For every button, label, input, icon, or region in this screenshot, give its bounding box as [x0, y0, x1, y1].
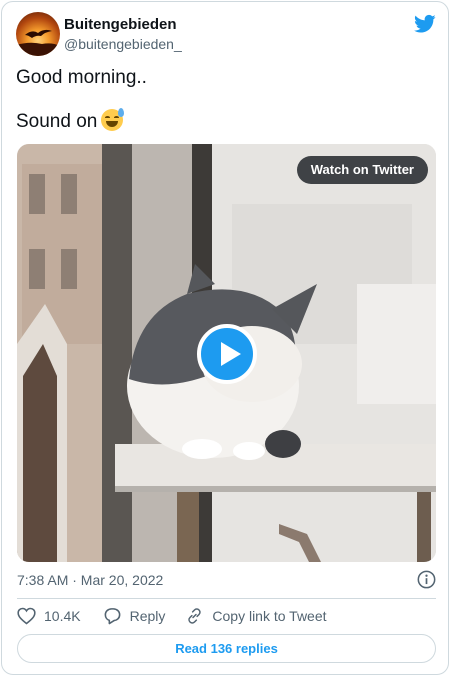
divider: [17, 598, 436, 599]
play-icon[interactable]: [197, 324, 257, 384]
copy-link-button[interactable]: Copy link to Tweet: [185, 607, 327, 625]
reply-button[interactable]: Reply: [103, 607, 166, 625]
timestamp[interactable]: 7:38 AM · Mar 20, 2022: [17, 572, 163, 588]
display-name[interactable]: Buitengebieden: [64, 16, 182, 34]
tweet-line-sound: Sound on: [16, 108, 436, 134]
read-replies-button[interactable]: Read 136 replies: [17, 634, 436, 663]
info-icon[interactable]: [417, 570, 436, 589]
tweet-meta: 7:38 AM · Mar 20, 2022: [17, 570, 436, 590]
video-player[interactable]: Watch on Twitter: [17, 144, 436, 562]
watch-on-twitter-button[interactable]: Watch on Twitter: [296, 156, 428, 184]
tweet-header: Buitengebieden @buitengebieden_: [16, 12, 436, 58]
tweet-card: Buitengebieden @buitengebieden_ Good mor…: [1, 1, 449, 675]
handle[interactable]: @buitengebieden_: [64, 35, 182, 53]
tweet-line-sound-text: Sound on: [16, 111, 98, 132]
grinning-face-with-sweat-emoji: [101, 108, 125, 131]
like-button[interactable]: 10.4K: [17, 607, 81, 625]
heart-icon: [17, 607, 36, 625]
tweet-text: Good morning.. Sound on: [16, 66, 436, 134]
tweet-line-greeting: Good morning..: [16, 67, 147, 88]
twitter-bird-icon[interactable]: [414, 14, 436, 34]
reply-label: Reply: [129, 608, 166, 624]
reply-bubble-icon: [104, 608, 121, 625]
link-icon: [188, 608, 202, 624]
like-count: 10.4K: [44, 608, 81, 624]
copy-link-label: Copy link to Tweet: [212, 608, 327, 624]
author-names: Buitengebieden @buitengebieden_: [64, 16, 182, 53]
tweet-actions: 10.4K Reply Copy link to Tweet: [17, 606, 347, 626]
avatar[interactable]: [16, 12, 60, 56]
